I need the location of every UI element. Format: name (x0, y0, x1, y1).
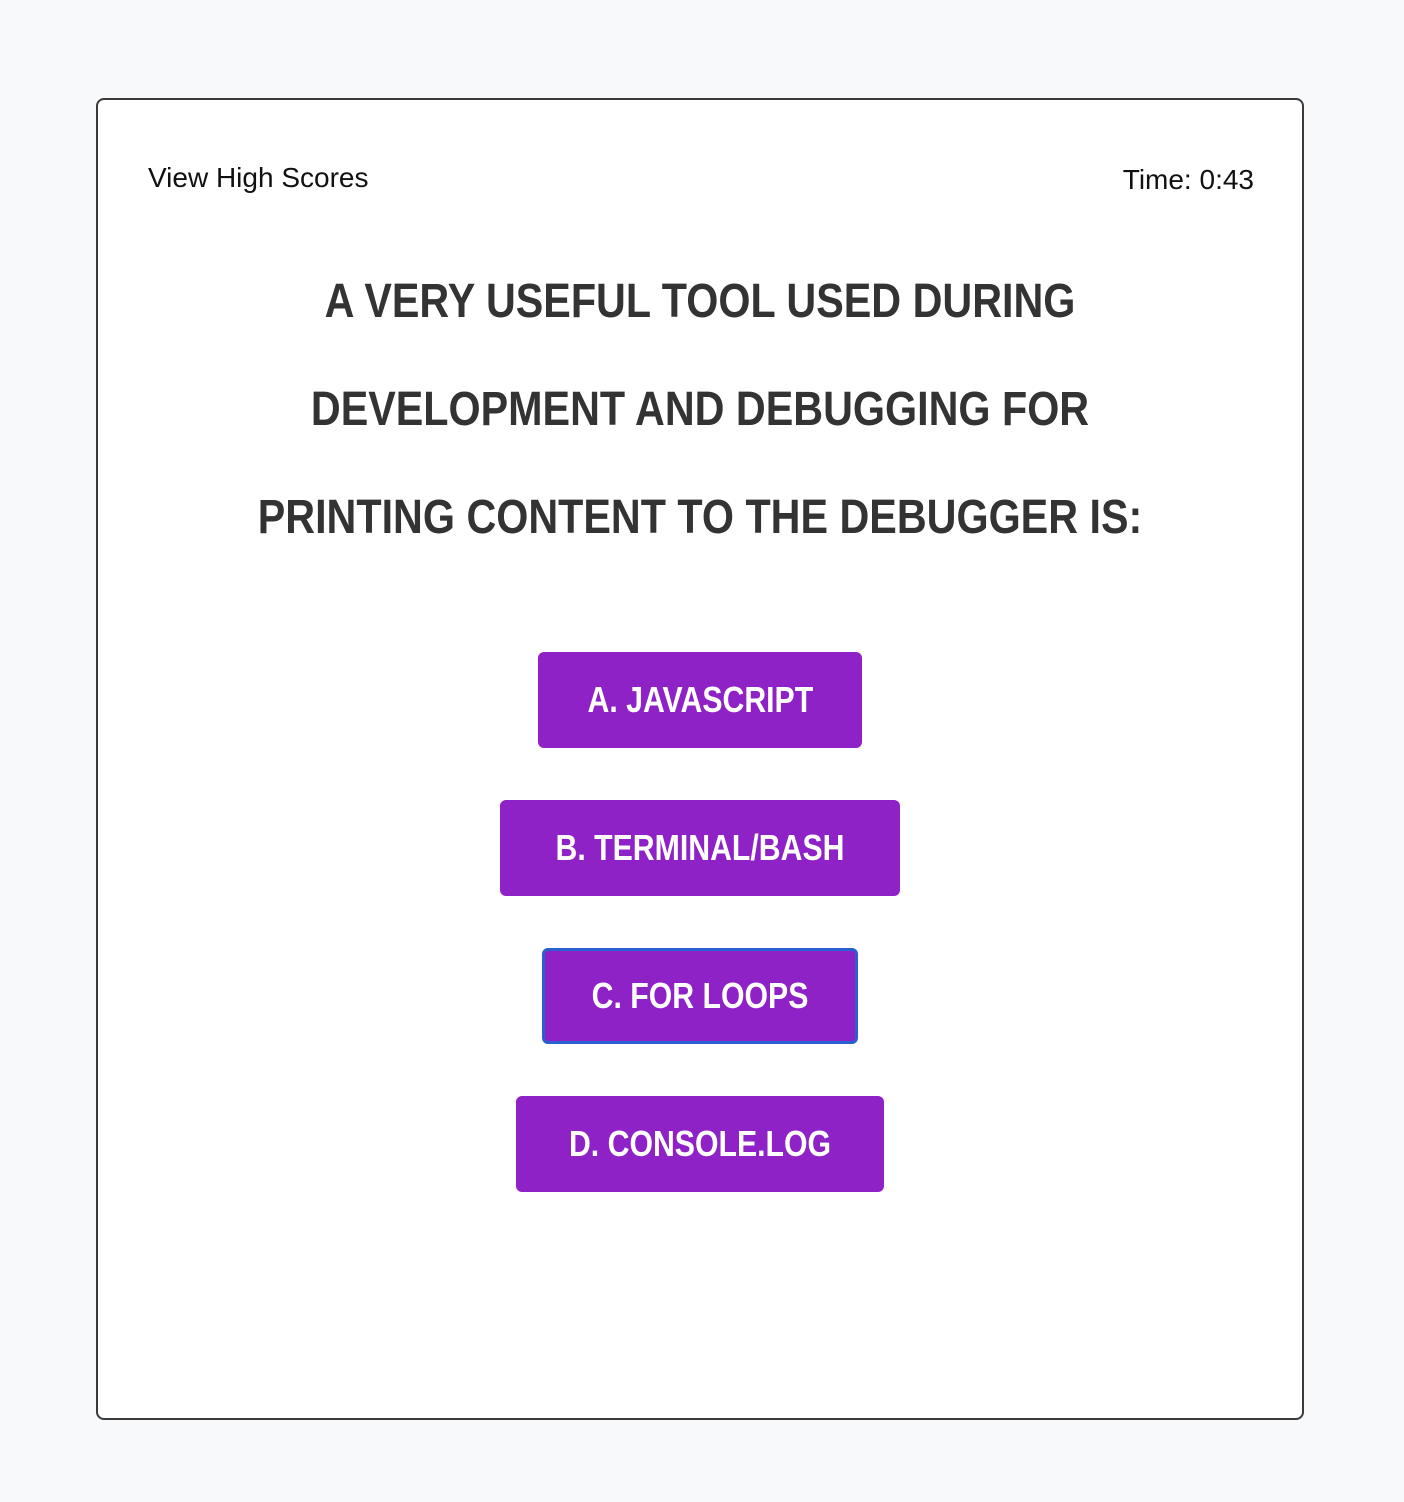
question-text: A very useful tool used during developme… (257, 275, 1143, 544)
choice-b-button[interactable]: B. Terminal/Bash (500, 800, 900, 896)
choice-a-label: A. JavaScript (587, 679, 813, 720)
choice-a-button[interactable]: A. JavaScript (537, 652, 863, 748)
view-high-scores-link[interactable]: View High Scores (148, 162, 368, 194)
answer-choices: A. JavaScript B. Terminal/Bash C. For Lo… (98, 652, 1302, 1244)
choice-c-button[interactable]: C. For Loops (541, 948, 858, 1044)
choice-b-label: B. Terminal/Bash (555, 827, 845, 868)
choice-c-label: C. For Loops (591, 975, 809, 1016)
choice-d-label: D. Console.log (568, 1123, 832, 1164)
choice-d-button[interactable]: D. Console.log (515, 1096, 884, 1192)
quiz-card: View High Scores Time: 0:43 A very usefu… (96, 98, 1304, 1420)
timer-display: Time: 0:43 (1122, 164, 1254, 195)
